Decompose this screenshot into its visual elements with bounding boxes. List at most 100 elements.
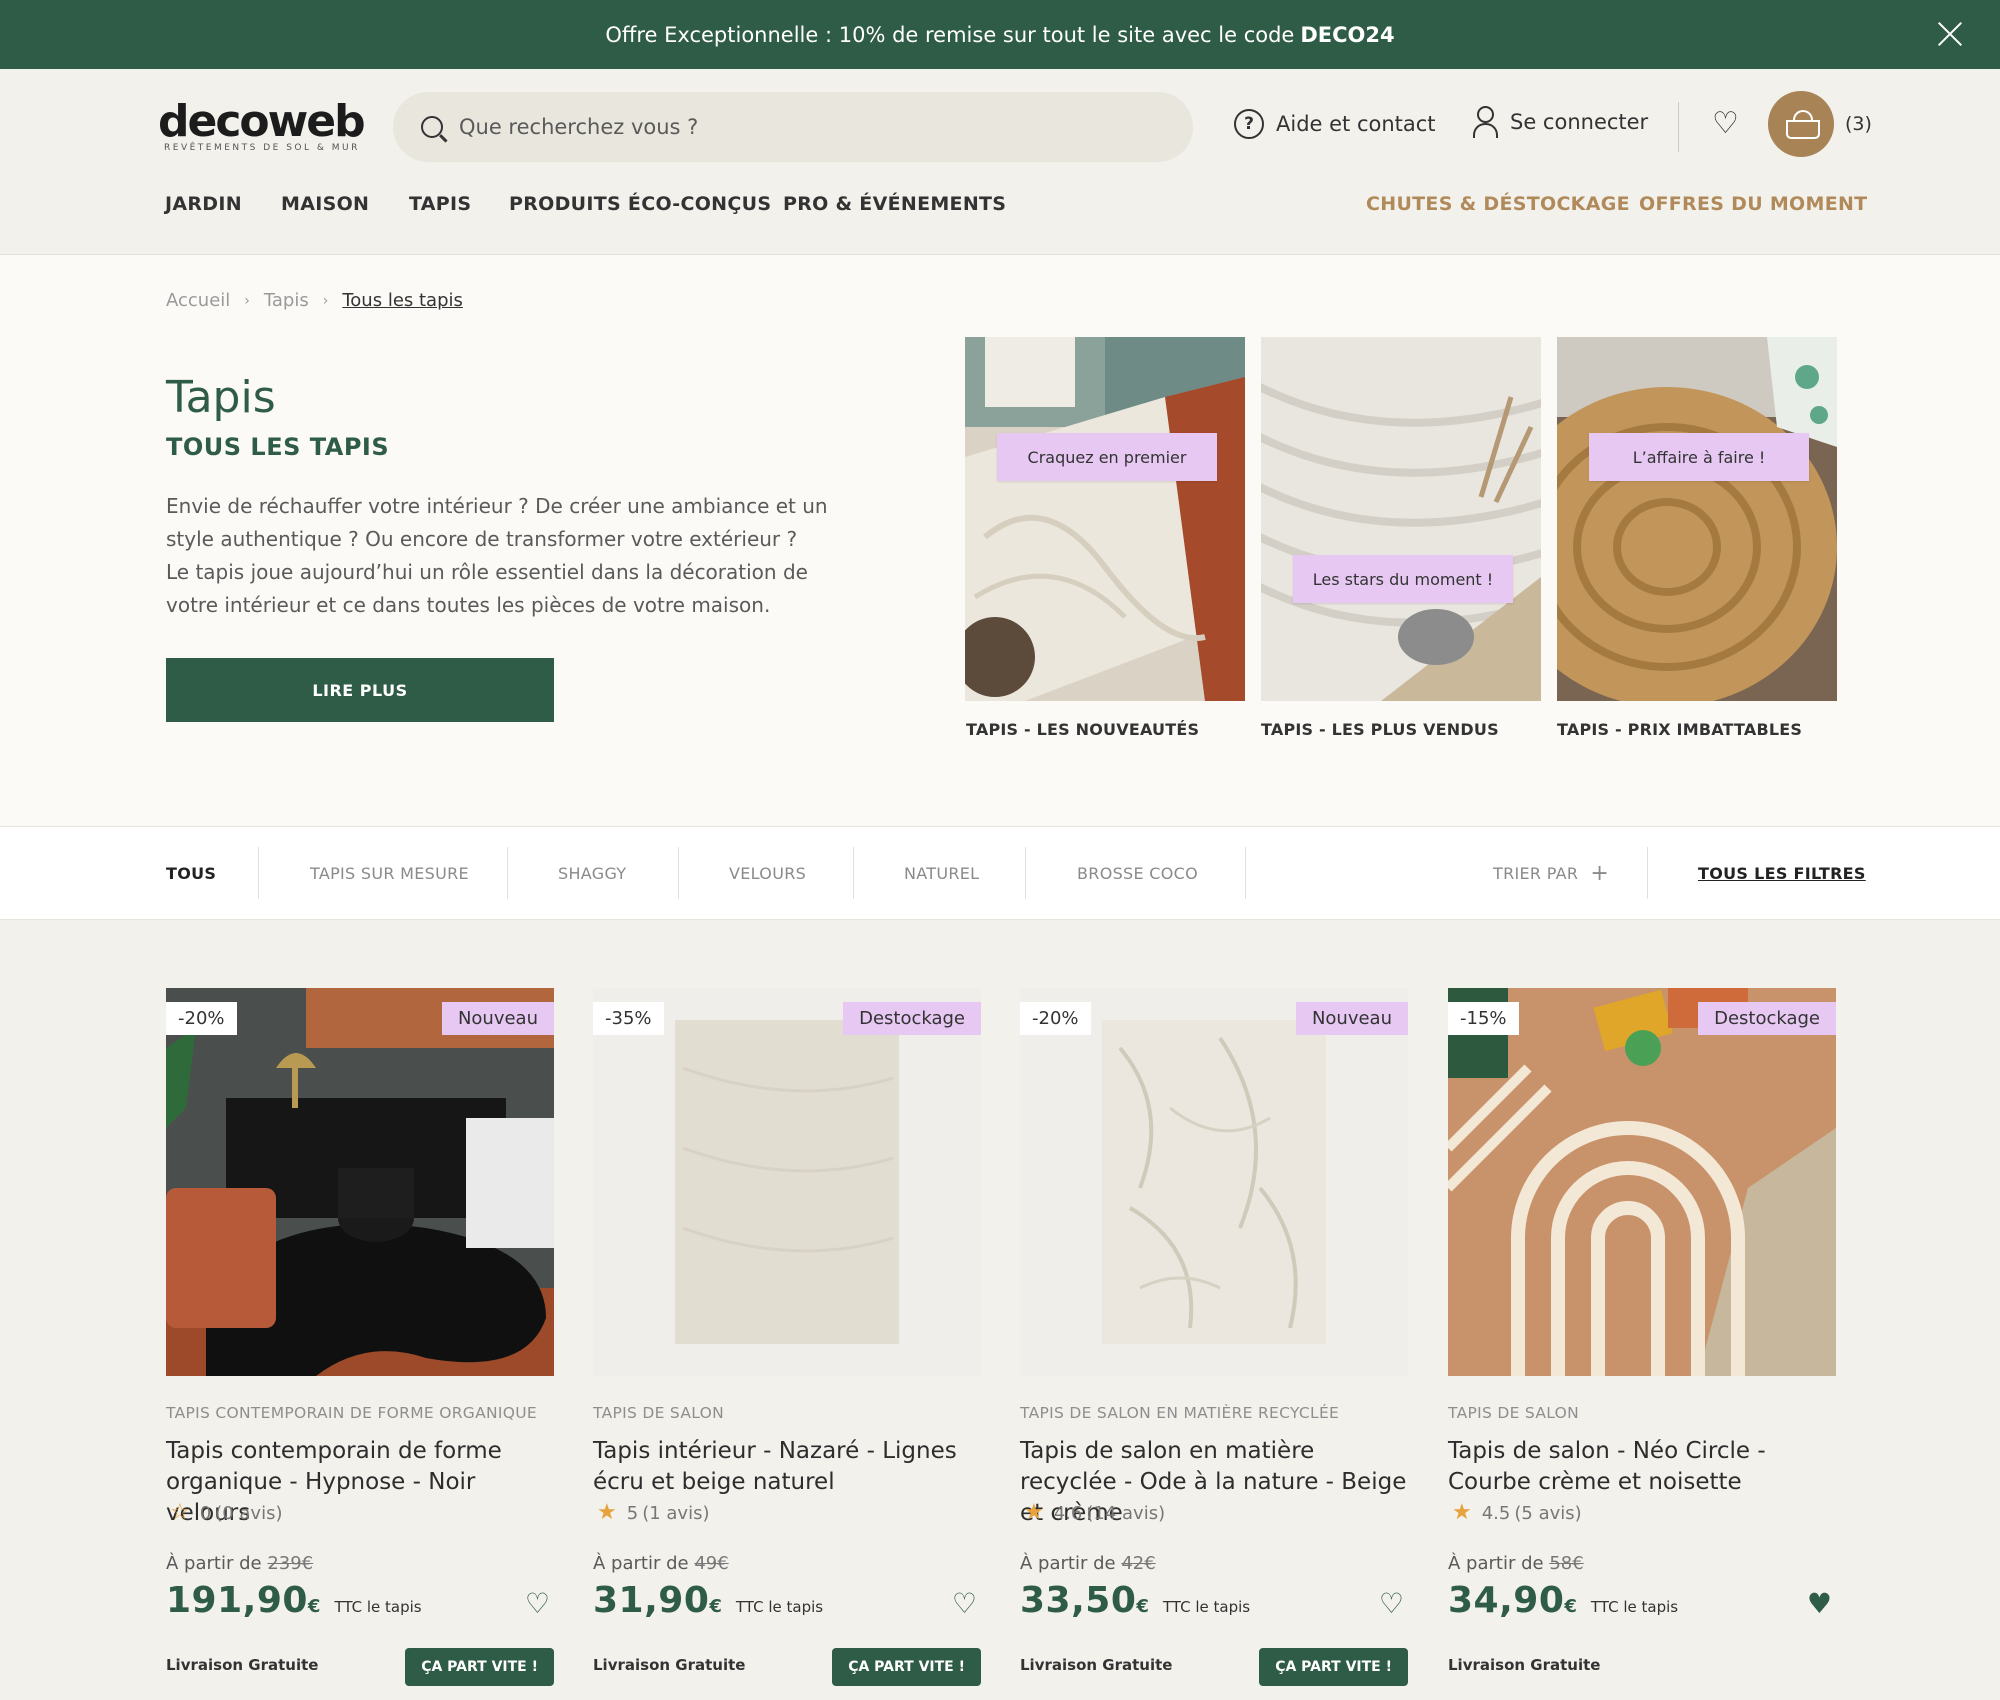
from-label: À partir de: [1020, 1553, 1116, 1574]
promo-caption-plus-vendus[interactable]: TAPIS - LES PLUS VENDUS: [1261, 720, 1499, 739]
product-price: 191,90 € TTC le tapis: [166, 1580, 422, 1621]
old-price: 42€: [1121, 1553, 1156, 1574]
nav-pro-evenements[interactable]: PRO & ÉVÉNEMENTS: [783, 193, 1006, 215]
help-contact-link[interactable]: ? Aide et contact: [1234, 109, 1436, 139]
close-icon[interactable]: [1936, 20, 1964, 48]
help-icon: ?: [1234, 109, 1264, 139]
product-card[interactable]: -20% Nouveau TAPIS CONTEMPORAIN DE FORME…: [166, 988, 554, 1686]
description-paragraph-1: Envie de réchauffer votre intérieur ? De…: [166, 494, 828, 551]
nav-tapis[interactable]: TAPIS: [409, 193, 471, 215]
star-outline-icon: ☆: [170, 1500, 190, 1525]
logo[interactable]: decoweb REVÊTEMENTS DE SOL & MUR: [158, 99, 366, 154]
price-currency: €: [1564, 1596, 1577, 1617]
stock-badge-button[interactable]: ÇA PART VITE !: [832, 1648, 981, 1686]
shipping-info: Livraison Gratuite: [1020, 1656, 1173, 1674]
wishlist-heart-icon[interactable]: ♡: [525, 1590, 550, 1618]
nav-jardin[interactable]: JARDIN: [165, 193, 242, 215]
cart-button[interactable]: [1768, 91, 1834, 157]
filter-tapis-sur-mesure[interactable]: TAPIS SUR MESURE: [310, 827, 469, 919]
promo-text: Offre Exceptionnelle : 10% de remise sur…: [605, 22, 1295, 47]
price-value: 31,90: [593, 1580, 710, 1621]
product-image[interactable]: -35% Destockage: [593, 988, 981, 1376]
product-rating: ★ 4.6 (14 avis): [1024, 1502, 1165, 1524]
filter-divider: [853, 847, 854, 899]
promo-code: DECO24: [1300, 22, 1395, 47]
all-filters-link[interactable]: TOUS LES FILTRES: [1698, 827, 1866, 919]
filter-shaggy[interactable]: SHAGGY: [558, 827, 626, 919]
wishlist-heart-icon[interactable]: ♡: [952, 1590, 977, 1618]
wishlist-heart-icon[interactable]: ♡: [1712, 109, 1739, 139]
breadcrumb-accueil[interactable]: Accueil: [166, 290, 230, 311]
filter-tous[interactable]: TOUS: [166, 827, 216, 919]
promo-caption-nouveautes[interactable]: TAPIS - LES NOUVEAUTÉS: [966, 720, 1199, 739]
product-card[interactable]: -15% Destockage TAPIS DE SALON Tapis de …: [1448, 988, 1836, 1674]
old-price: 239€: [267, 1553, 314, 1574]
promo-banner: Offre Exceptionnelle : 10% de remise sur…: [0, 0, 2000, 69]
product-tag: Destockage: [1698, 1002, 1836, 1035]
product-photo-hypnose: [166, 988, 554, 1376]
product-category: TAPIS DE SALON: [593, 1404, 725, 1422]
star-icon: ★: [1024, 1500, 1044, 1525]
product-category: TAPIS DE SALON EN MATIÈRE RECYCLÉE: [1020, 1404, 1340, 1422]
discount-badge: -15%: [1448, 1002, 1519, 1035]
filter-naturel[interactable]: NATUREL: [904, 827, 979, 919]
rating-value: 0: [199, 1502, 212, 1524]
filter-divider: [1647, 847, 1648, 899]
price-from: À partir de 239€: [166, 1553, 313, 1574]
page-description: Envie de réchauffer votre intérieur ? De…: [166, 490, 856, 622]
nav-maison[interactable]: MAISON: [281, 193, 369, 215]
rating-value: 5: [626, 1502, 639, 1524]
stock-badge-button[interactable]: ÇA PART VITE !: [405, 1648, 554, 1686]
breadcrumb: Accueil › Tapis › Tous les tapis: [166, 290, 463, 311]
login-link[interactable]: Se connecter: [1472, 106, 1648, 138]
breadcrumb-tapis[interactable]: Tapis: [264, 290, 309, 311]
rating-reviews: (0 avis): [215, 1502, 283, 1524]
product-card[interactable]: -20% Nouveau TAPIS DE SALON EN MATIÈRE R…: [1020, 988, 1408, 1686]
stock-badge-button[interactable]: ÇA PART VITE !: [1259, 1648, 1408, 1686]
product-image[interactable]: -15% Destockage: [1448, 988, 1836, 1376]
product-category: TAPIS CONTEMPORAIN DE FORME ORGANIQUE: [166, 1404, 538, 1422]
product-tag: Destockage: [843, 1002, 981, 1035]
product-card[interactable]: -35% Destockage TAPIS DE SALON Tapis int…: [593, 988, 981, 1686]
from-label: À partir de: [166, 1553, 262, 1574]
plus-icon: +: [1590, 860, 1610, 886]
filter-velours[interactable]: VELOURS: [729, 827, 806, 919]
filter-divider: [1025, 847, 1026, 899]
price-currency: €: [1136, 1596, 1149, 1617]
product-price: 33,50 € TTC le tapis: [1020, 1580, 1250, 1621]
site-header: decoweb REVÊTEMENTS DE SOL & MUR ? Aide …: [0, 69, 2000, 255]
product-title[interactable]: Tapis intérieur - Nazaré - Lignes écru e…: [593, 1436, 981, 1498]
search-bar[interactable]: [393, 92, 1193, 162]
search-icon[interactable]: [421, 116, 443, 138]
wishlist-heart-filled-icon[interactable]: ♥: [1807, 1590, 1832, 1618]
product-image[interactable]: -20% Nouveau: [1020, 988, 1408, 1376]
price-from: À partir de 58€: [1448, 1553, 1584, 1574]
promo-image-nouveautes: [965, 337, 1245, 701]
search-input[interactable]: [459, 115, 1059, 139]
promo-card-plus-vendus[interactable]: Les stars du moment !: [1261, 337, 1541, 701]
sort-by[interactable]: TRIER PAR +: [1493, 827, 1609, 919]
product-title[interactable]: Tapis de salon - Néo Circle - Courbe crè…: [1448, 1436, 1836, 1498]
shipping-info: Livraison Gratuite: [166, 1656, 319, 1674]
promo-card-nouveautes[interactable]: Craquez en premier: [965, 337, 1245, 701]
product-image[interactable]: -20% Nouveau: [166, 988, 554, 1376]
nav-chutes-destockage[interactable]: CHUTES & DÉSTOCKAGE: [1366, 193, 1630, 215]
discount-badge: -20%: [1020, 1002, 1091, 1035]
price-currency: €: [709, 1596, 722, 1617]
filter-divider: [1245, 847, 1246, 899]
breadcrumb-separator: ›: [244, 292, 250, 309]
star-icon: ★: [597, 1500, 617, 1525]
promo-caption-prix-imbattables[interactable]: TAPIS - PRIX IMBATTABLES: [1557, 720, 1802, 739]
filter-brosse-coco[interactable]: BROSSE COCO: [1077, 827, 1198, 919]
promo-tag: L’affaire à faire !: [1589, 433, 1809, 481]
breadcrumb-current[interactable]: Tous les tapis: [342, 290, 463, 311]
product-category: TAPIS DE SALON: [1448, 1404, 1580, 1422]
filter-divider: [258, 847, 259, 899]
nav-produits-eco-concus[interactable]: PRODUITS ÉCO-CONÇUS: [509, 193, 771, 215]
promo-card-prix-imbattables[interactable]: L’affaire à faire !: [1557, 337, 1837, 701]
wishlist-heart-icon[interactable]: ♡: [1379, 1590, 1404, 1618]
nav-offres-du-moment[interactable]: OFFRES DU MOMENT: [1639, 193, 1867, 215]
promo-tag: Craquez en premier: [997, 433, 1217, 481]
read-more-button[interactable]: LIRE PLUS: [166, 658, 554, 722]
product-photo-neo-circle: [1448, 988, 1836, 1376]
